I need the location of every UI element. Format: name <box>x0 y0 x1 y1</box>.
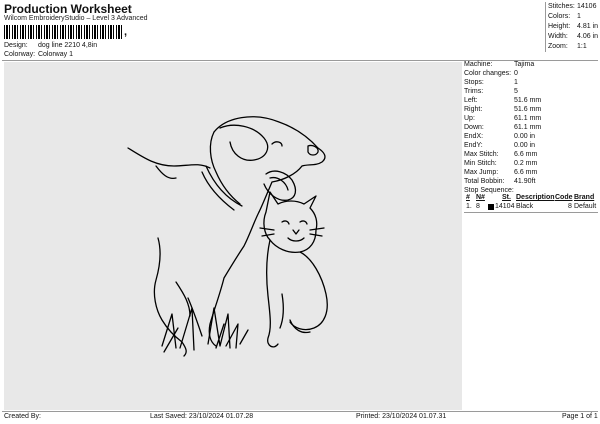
col-needle: N# <box>476 194 485 201</box>
property-row: EndX: 0.00 in <box>464 132 598 141</box>
property-value: 0.2 mm <box>514 160 538 167</box>
property-row: Total Bobbin: 41.90ft <box>464 177 598 186</box>
col-index: # <box>466 194 470 201</box>
colorway-label: Colorway: <box>4 51 36 58</box>
property-value: 1 <box>514 79 518 86</box>
col-code: Code <box>555 194 573 201</box>
row-description: Black <box>516 203 534 210</box>
property-row: Color changes: 0 <box>464 69 598 78</box>
stat-value: 4.06 in <box>577 33 599 40</box>
stat-label: Stitches: <box>548 3 575 10</box>
property-row: Max Stitch: 6.6 mm <box>464 150 598 159</box>
col-description: Description <box>516 194 555 201</box>
property-label: Trims: <box>464 88 484 95</box>
property-value: 61.1 mm <box>514 124 542 131</box>
stats-panel: Stitches: 14106 Colors: 1 Height: 4.81 in W… <box>545 2 600 52</box>
property-label: Down: <box>464 124 484 131</box>
property-label: EndY: <box>464 142 483 149</box>
property-label: Min Stitch: <box>464 160 497 167</box>
property-row: Max Jump: 6.6 mm <box>464 168 598 177</box>
property-label: EndX: <box>464 133 484 140</box>
stat-label: Zoom: <box>548 43 568 50</box>
property-value: 0.00 in <box>514 133 536 140</box>
printed-date: Printed: 23/10/2024 01.07.31 <box>356 413 447 420</box>
page-number: Page 1 of 1 <box>562 413 598 420</box>
colorway-row: Colorway: Colorway 1 <box>4 51 73 58</box>
software-subtitle: Wilcom EmbroideryStudio – Level 3 Advanc… <box>4 15 148 22</box>
table-divider <box>464 212 598 213</box>
property-row: Min Stitch: 0.2 mm <box>464 159 598 168</box>
property-label: Right: <box>464 106 483 113</box>
property-value: 5 <box>514 88 518 95</box>
stop-sequence-header: # N# St. Description Code Brand <box>464 194 598 203</box>
property-label: Total Bobbin: <box>464 178 505 185</box>
stat-label: Width: <box>548 33 568 40</box>
barcode-suffix: , <box>124 26 128 38</box>
property-label: Max Stitch: <box>464 151 499 158</box>
last-saved: Last Saved: 23/10/2024 01.07.28 <box>150 413 254 420</box>
property-value: 41.90ft <box>514 178 536 185</box>
stat-label: Height: <box>548 23 571 30</box>
property-value: 51.6 mm <box>514 97 542 104</box>
stat-row: Stitches: 14106 <box>546 2 600 12</box>
design-label: Design: <box>4 42 28 49</box>
stat-value: 1:1 <box>577 43 587 50</box>
stat-label: Colors: <box>548 13 571 20</box>
design-preview <box>4 62 462 410</box>
stat-value: 4.81 in <box>577 23 599 30</box>
property-row: Down: 61.1 mm <box>464 123 598 132</box>
row-stitches: 14104 <box>495 203 515 210</box>
row-brand: Default <box>574 203 597 210</box>
property-label: Up: <box>464 115 475 122</box>
footer-divider <box>2 411 598 412</box>
design-row: Design: dog line 2210 4,8in <box>4 42 97 49</box>
property-row: Left: 51.6 mm <box>464 96 598 105</box>
property-row: Right: 51.6 mm <box>464 105 598 114</box>
property-value: 0.00 in <box>514 142 536 149</box>
property-value: 6.6 mm <box>514 169 538 176</box>
stat-row: Width: 4.06 in <box>546 32 600 42</box>
property-value: 6.6 mm <box>514 151 538 158</box>
page-title: Production Worksheet <box>4 2 132 16</box>
property-label: Stops: <box>464 79 484 86</box>
property-label: Machine: <box>464 61 493 68</box>
stat-row: Height: 4.81 in <box>546 22 600 32</box>
row-code: 8 <box>568 203 572 210</box>
property-row: Machine: Tajima <box>464 60 598 69</box>
property-label: Left: <box>464 97 478 104</box>
stat-value: 14106 <box>577 3 597 10</box>
row-index: 1. <box>466 203 472 210</box>
stat-row: Colors: 1 <box>546 12 600 22</box>
property-row: Stops: 1 <box>464 78 598 87</box>
col-stitches: St. <box>502 194 511 201</box>
created-by: Created By: <box>4 413 41 420</box>
property-value: 61.1 mm <box>514 115 542 122</box>
colorway-value: Colorway 1 <box>37 51 73 58</box>
table-row: 1. 8 14104 Black 8 Default <box>464 203 598 212</box>
property-value: 0 <box>514 70 518 77</box>
embroidery-artwork <box>127 116 328 357</box>
property-value: 51.6 mm <box>514 106 542 113</box>
barcode <box>4 25 124 39</box>
col-brand: Brand <box>574 194 595 201</box>
thread-color-swatch <box>488 204 494 210</box>
stat-row: Zoom: 1:1 <box>546 42 600 52</box>
property-label: Color changes: <box>464 70 512 77</box>
machine-properties: Machine: Tajima Color changes: 0 Stops: 1 T… <box>464 60 598 195</box>
property-label: Max Jump: <box>464 169 499 176</box>
row-needle: 8 <box>476 203 480 210</box>
property-value: Tajima <box>514 61 535 68</box>
property-row: Up: 61.1 mm <box>464 114 598 123</box>
property-row: EndY: 0.00 in <box>464 141 598 150</box>
property-row: Trims: 5 <box>464 87 598 96</box>
design-value: dog line 2210 4,8in <box>37 42 98 49</box>
stat-value: 1 <box>577 13 581 20</box>
